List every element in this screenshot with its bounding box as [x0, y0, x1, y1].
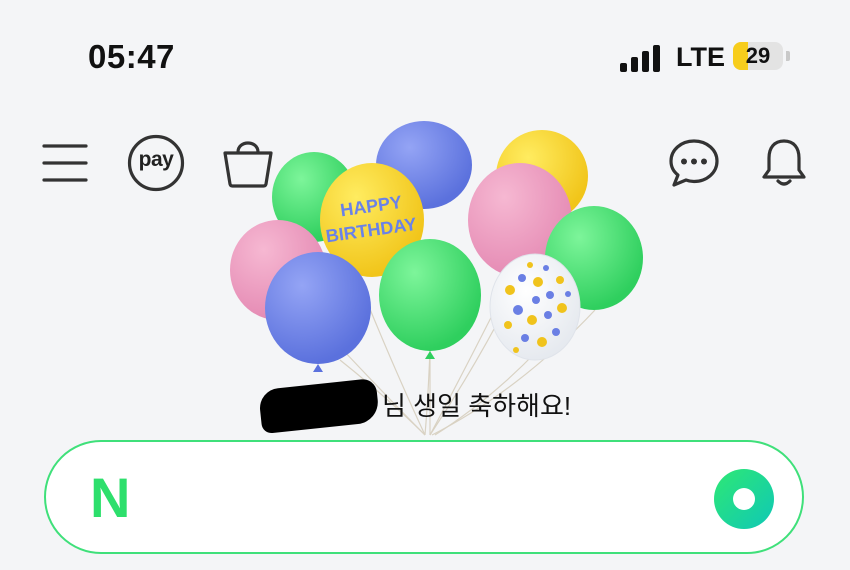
- naver-logo: N: [90, 466, 131, 529]
- greeting-text: 님 생일 축하해요!: [382, 391, 572, 421]
- menu-button[interactable]: [42, 141, 88, 185]
- bell-icon: [762, 139, 806, 186]
- chat-bubble-icon: [669, 139, 719, 187]
- pay-label: pay: [138, 148, 174, 171]
- chat-button[interactable]: [668, 137, 720, 189]
- status-time: 05:47: [88, 38, 175, 75]
- search-bar[interactable]: N: [44, 440, 804, 554]
- battery-nub: [786, 51, 790, 61]
- notification-button[interactable]: [760, 137, 808, 189]
- signal-strength-icon: [620, 44, 666, 72]
- birthday-greeting: 님 생일 축하해요!: [258, 377, 590, 435]
- battery-icon: 29: [733, 42, 783, 70]
- status-bar: 05:47 LTE 29: [0, 0, 850, 110]
- hamburger-menu-icon: [42, 144, 88, 182]
- network-type: LTE: [676, 42, 725, 72]
- green-dot-icon[interactable]: [714, 469, 774, 529]
- battery-level: 29: [745, 43, 771, 68]
- pay-button[interactable]: pay: [127, 134, 185, 192]
